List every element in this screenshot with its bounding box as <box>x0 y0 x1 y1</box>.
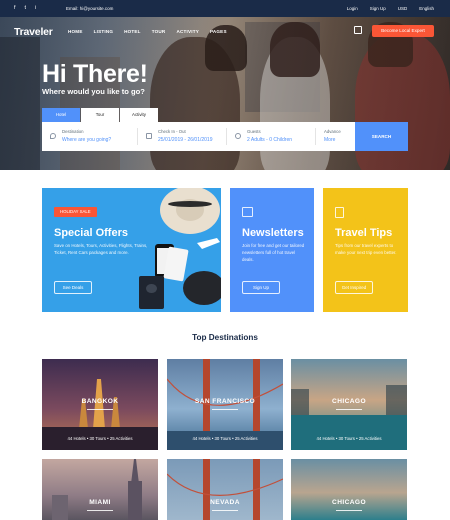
guests-field[interactable]: Guests 2 Adults - 0 Children <box>227 122 315 151</box>
destination-name: SAN FRANCISCO <box>194 398 256 405</box>
destination-card-bangkok[interactable]: BANGKOK 44 Hotels • 30 Tours • 25 Activi… <box>42 359 158 450</box>
tab-tour[interactable]: Tour <box>81 108 119 122</box>
guests-icon <box>235 133 241 139</box>
login-link[interactable]: Login <box>347 6 358 11</box>
advance-field[interactable]: Advance More <box>304 122 354 151</box>
cart-icon[interactable] <box>354 26 362 34</box>
destination-stats: 44 Hotels • 30 Tours • 25 Activities <box>316 436 382 441</box>
top-links: Login Sign Up USD English <box>347 6 434 11</box>
destination-name: BANGKOK <box>81 398 119 405</box>
instagram-icon[interactable]: i <box>35 5 36 11</box>
travel-tips-desc: Tips from our travel experts to make you… <box>335 243 397 255</box>
travel-tips-card[interactable]: Travel Tips Tips from our travel experts… <box>323 188 408 312</box>
destination-input[interactable]: Where are you going? <box>62 137 111 143</box>
site-logo[interactable]: Traveler <box>14 26 53 38</box>
destination-name: NEVADA <box>210 499 240 506</box>
search-tabs: Hotel Tour Activity <box>42 108 159 122</box>
dates-field[interactable]: Check In - Out 25/01/2019 - 26/01/2019 <box>138 122 226 151</box>
destination-card-miami[interactable]: MIAMI <box>42 459 158 520</box>
top-destinations-heading: Top Destinations <box>192 333 258 342</box>
language-select[interactable]: English <box>419 6 434 11</box>
menu-hotel[interactable]: HOTEL <box>124 29 141 34</box>
main-menu: HOME LISTING HOTEL TOUR ACTIVITY PAGES <box>68 29 227 34</box>
newsletter-card[interactable]: Newsletters Join for free and get our ta… <box>230 188 314 312</box>
tab-activity[interactable]: Activity <box>120 108 158 122</box>
map-pin-icon <box>50 133 56 139</box>
special-offers-desc: Save on Hotels, Tours, Activities, Fligh… <box>54 243 148 255</box>
destination-card-chicago-2[interactable]: CHICAGO <box>291 459 407 520</box>
calendar-icon <box>146 133 152 139</box>
newsletter-desc: Join for free and get our tailored newsl… <box>242 243 305 262</box>
destination-field[interactable]: Destination Where are you going? <box>42 122 137 151</box>
sign-up-button[interactable]: Sign Up <box>242 281 280 294</box>
guests-label: Guests <box>247 129 261 134</box>
holiday-sale-badge: HOLIDAY SALE <box>54 207 97 217</box>
get-inspired-button[interactable]: Get Inspired <box>335 281 373 294</box>
facebook-icon[interactable]: f <box>14 5 16 11</box>
social-links: f t i <box>14 5 36 11</box>
menu-tour[interactable]: TOUR <box>152 29 166 34</box>
advance-more[interactable]: More <box>324 137 335 143</box>
destination-card-san-francisco[interactable]: SAN FRANCISCO 44 Hotels • 30 Tours • 25 … <box>167 359 283 450</box>
menu-listing[interactable]: LISTING <box>94 29 114 34</box>
destination-name: MIAMI <box>89 499 111 506</box>
envelope-icon <box>242 207 253 217</box>
search-form: Destination Where are you going? Check I… <box>42 122 408 151</box>
document-icon <box>335 207 344 218</box>
guests-input[interactable]: 2 Adults - 0 Children <box>247 137 292 143</box>
contact-email: Email: hi@yoursite.com <box>66 6 114 11</box>
destination-name: CHICAGO <box>332 499 366 506</box>
top-bar: f t i Email: hi@yoursite.com Login Sign … <box>0 0 450 17</box>
menu-pages[interactable]: PAGES <box>210 29 227 34</box>
destination-stats: 44 Hotels • 30 Tours • 25 Activities <box>67 436 133 441</box>
destination-card-chicago[interactable]: CHICAGO 44 Hotels • 30 Tours • 25 Activi… <box>291 359 407 450</box>
signup-link[interactable]: Sign Up <box>370 6 386 11</box>
destination-label: Destination <box>62 129 84 134</box>
destination-stats: 44 Hotels • 30 Tours • 25 Activities <box>192 436 258 441</box>
tab-hotel[interactable]: Hotel <box>42 108 80 122</box>
dates-label: Check In - Out <box>158 129 186 134</box>
menu-home[interactable]: HOME <box>68 29 83 34</box>
search-button[interactable]: SEARCH <box>355 122 408 151</box>
become-expert-button[interactable]: Become Local Expert <box>372 25 434 37</box>
see-deals-button[interactable]: See Deals <box>54 281 92 294</box>
currency-select[interactable]: USD <box>398 6 408 11</box>
destination-name: CHICAGO <box>332 398 366 405</box>
dates-input[interactable]: 25/01/2019 - 26/01/2019 <box>158 137 213 143</box>
special-offers-title: Special Offers <box>54 227 128 239</box>
menu-activity[interactable]: ACTIVITY <box>176 29 199 34</box>
main-nav: Traveler HOME LISTING HOTEL TOUR ACTIVIT… <box>0 17 450 45</box>
advance-label: Advance <box>324 129 341 134</box>
hero-title: Hi There! <box>42 60 148 88</box>
twitter-icon[interactable]: t <box>25 5 27 11</box>
travel-tips-title: Travel Tips <box>335 227 393 239</box>
destination-card-nevada[interactable]: NEVADA <box>167 459 283 520</box>
newsletter-title: Newsletters <box>242 227 304 239</box>
hero-subtitle: Where would you like to go? <box>42 87 145 96</box>
special-offers-card[interactable]: HOLIDAY SALE Special Offers Save on Hote… <box>42 188 221 312</box>
